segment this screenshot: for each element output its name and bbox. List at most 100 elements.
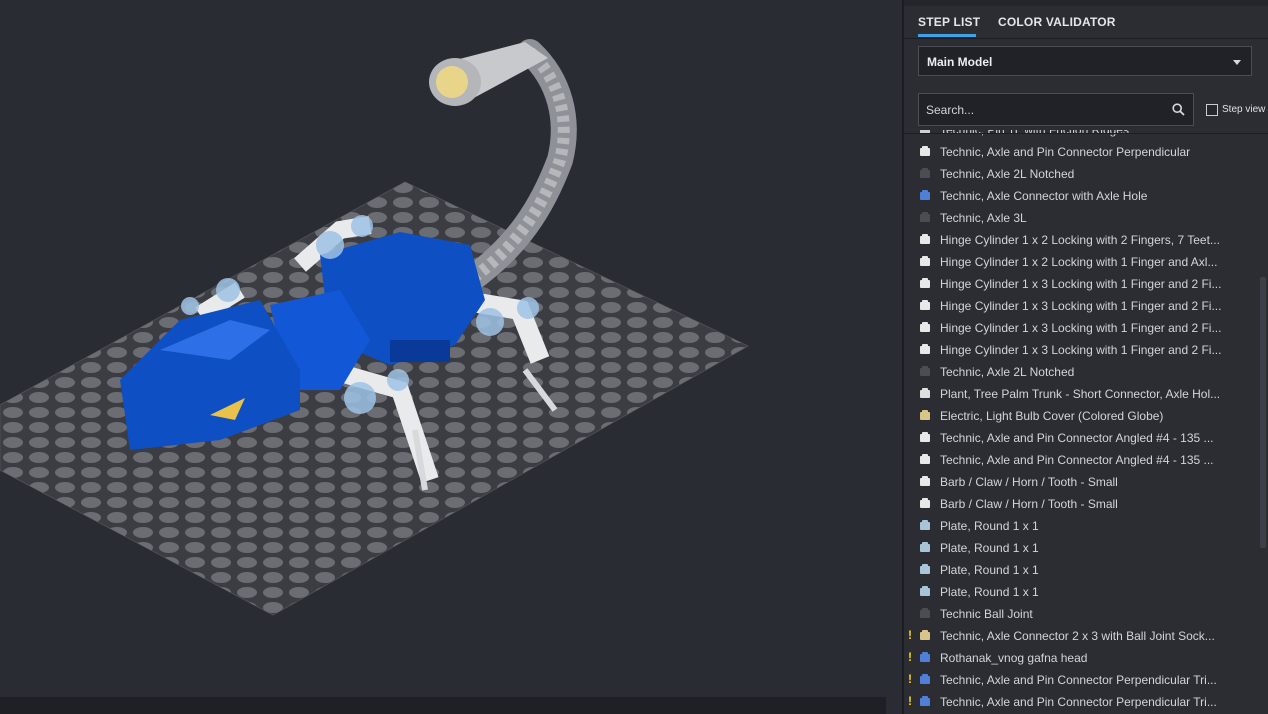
step-list[interactable]: Technic, Pin 1L with Friction Ridges Tech…: [904, 130, 1260, 714]
model-select[interactable]: Main Model: [918, 46, 1252, 76]
step-item-label: Rothanak_vnog gafna head: [940, 651, 1088, 665]
brick-color-icon: [920, 146, 930, 156]
search-box: [918, 93, 1194, 126]
chevron-down-icon: [1233, 60, 1241, 65]
brick-color-icon: [920, 388, 930, 398]
tab-step-list[interactable]: STEP LIST: [918, 15, 980, 29]
step-item-label: Plate, Round 1 x 1: [940, 563, 1039, 577]
step-panel: STEP LIST COLOR VALIDATOR Main Model Ste…: [904, 0, 1268, 714]
step-list-item[interactable]: Barb / Claw / Horn / Tooth - Small: [904, 471, 1260, 493]
step-list-item[interactable]: Electric, Light Bulb Cover (Colored Glob…: [904, 405, 1260, 427]
brick-color-icon: [920, 278, 930, 288]
brick-color-icon: [920, 608, 930, 618]
tab-color-validator[interactable]: COLOR VALIDATOR: [998, 15, 1116, 29]
step-list-item[interactable]: Technic, Axle and Pin Connector Perpendi…: [904, 141, 1260, 163]
step-item-label: Hinge Cylinder 1 x 2 Locking with 2 Fing…: [940, 233, 1220, 247]
brick-color-icon: [920, 586, 930, 596]
step-list-item[interactable]: Plate, Round 1 x 1: [904, 559, 1260, 581]
step-list-item[interactable]: Hinge Cylinder 1 x 3 Locking with 1 Fing…: [904, 339, 1260, 361]
step-item-label: Hinge Cylinder 1 x 3 Locking with 1 Fing…: [940, 299, 1222, 313]
brick-color-icon: [920, 696, 930, 706]
warning-icon: !: [908, 628, 912, 642]
brick-color-icon: [920, 366, 930, 376]
search-icon[interactable]: [1172, 103, 1185, 116]
step-item-label: Barb / Claw / Horn / Tooth - Small: [940, 497, 1118, 511]
step-list-item[interactable]: ! Rothanak_vnog gafna head: [904, 647, 1260, 669]
brick-color-icon: [920, 476, 930, 486]
brick-color-icon: [920, 344, 930, 354]
step-item-label: Electric, Light Bulb Cover (Colored Glob…: [940, 409, 1164, 423]
step-list-item[interactable]: Hinge Cylinder 1 x 3 Locking with 1 Fing…: [904, 273, 1260, 295]
warning-icon: !: [908, 672, 912, 686]
step-list-scrollbar[interactable]: [1260, 277, 1266, 548]
3d-viewport[interactable]: [0, 0, 902, 714]
brick-color-icon: [920, 564, 930, 574]
viewport-status-strip: [0, 697, 886, 714]
brick-color-icon: [920, 454, 930, 464]
brick-color-icon: [920, 256, 930, 266]
step-list-item[interactable]: Hinge Cylinder 1 x 2 Locking with 2 Fing…: [904, 229, 1260, 251]
step-item-label: Technic, Axle and Pin Connector Perpendi…: [940, 673, 1217, 687]
list-top-border: [904, 133, 1268, 134]
active-tab-indicator: [918, 34, 976, 37]
step-list-item[interactable]: Technic, Axle and Pin Connector Angled #…: [904, 427, 1260, 449]
brick-color-icon: [920, 432, 930, 442]
step-list-item[interactable]: Hinge Cylinder 1 x 3 Locking with 1 Fing…: [904, 317, 1260, 339]
brick-color-icon: [920, 300, 930, 310]
model-render: [0, 39, 750, 616]
brick-color-icon: [920, 498, 930, 508]
step-item-label: Technic, Axle and Pin Connector Angled #…: [940, 453, 1214, 467]
step-item-label: Technic, Axle and Pin Connector Perpendi…: [940, 145, 1191, 159]
step-item-label: Hinge Cylinder 1 x 2 Locking with 1 Fing…: [940, 255, 1218, 269]
step-item-label: Technic, Axle and Pin Connector Perpendi…: [940, 695, 1217, 709]
brick-color-icon: [920, 234, 930, 244]
brick-color-icon: [920, 542, 930, 552]
step-list-item[interactable]: Hinge Cylinder 1 x 2 Locking with 1 Fing…: [904, 251, 1260, 273]
step-list-item[interactable]: Plate, Round 1 x 1: [904, 515, 1260, 537]
panel-tabs: STEP LIST COLOR VALIDATOR: [904, 6, 1268, 39]
step-view-toggle[interactable]: Step view: [1206, 104, 1268, 118]
step-item-label: Plate, Round 1 x 1: [940, 585, 1039, 599]
step-item-label: Technic, Axle and Pin Connector Angled #…: [940, 431, 1214, 445]
step-list-item[interactable]: Technic Ball Joint: [904, 603, 1260, 625]
step-list-item[interactable]: Technic, Axle 2L Notched: [904, 361, 1260, 383]
step-item-label: Barb / Claw / Horn / Tooth - Small: [940, 475, 1118, 489]
step-list-item[interactable]: Technic, Axle 3L: [904, 207, 1260, 229]
step-list-item[interactable]: Technic, Axle 2L Notched: [904, 163, 1260, 185]
step-item-label: Technic, Axle 2L Notched: [940, 167, 1075, 181]
step-list-item[interactable]: ! Technic, Axle and Pin Connector Perpend…: [904, 669, 1260, 691]
step-list-item[interactable]: ! Technic, Axle and Pin Connector Perpend…: [904, 691, 1260, 713]
step-item-label: Plate, Round 1 x 1: [940, 519, 1039, 533]
step-list-item[interactable]: Plate, Round 1 x 1: [904, 537, 1260, 559]
brick-color-icon: [920, 190, 930, 200]
step-view-checkbox[interactable]: [1206, 104, 1218, 116]
step-item-label: Hinge Cylinder 1 x 3 Locking with 1 Fing…: [940, 343, 1222, 357]
search-input[interactable]: [919, 94, 1169, 125]
step-item-label: Technic, Axle Connector 2 x 3 with Ball …: [940, 629, 1215, 643]
step-view-label: Step view: [1222, 104, 1266, 115]
step-list-item[interactable]: Barb / Claw / Horn / Tooth - Small: [904, 493, 1260, 515]
step-item-label: Hinge Cylinder 1 x 3 Locking with 1 Fing…: [940, 321, 1222, 335]
brick-color-icon: [920, 212, 930, 222]
step-list-item[interactable]: Plant, Tree Palm Trunk - Short Connector…: [904, 383, 1260, 405]
step-item-label: Technic Ball Joint: [940, 607, 1033, 621]
step-list-item[interactable]: ! Technic, Axle Connector 2 x 3 with Ball…: [904, 625, 1260, 647]
step-list-item[interactable]: Technic, Axle Connector with Axle Hole: [904, 185, 1260, 207]
model-select-value: Main Model: [927, 55, 993, 69]
step-item-label: Plant, Tree Palm Trunk - Short Connector…: [940, 387, 1221, 401]
step-item-label: Technic, Axle Connector with Axle Hole: [940, 189, 1148, 203]
step-list-item[interactable]: Technic, Axle and Pin Connector Angled #…: [904, 449, 1260, 471]
step-item-label: Technic, Axle 2L Notched: [940, 365, 1075, 379]
warning-icon: !: [908, 650, 912, 664]
step-list-item[interactable]: Hinge Cylinder 1 x 3 Locking with 1 Fing…: [904, 295, 1260, 317]
step-list-item[interactable]: Plate, Round 1 x 1: [904, 581, 1260, 603]
warning-icon: !: [908, 694, 912, 708]
brick-color-icon: [920, 322, 930, 332]
brick-color-icon: [920, 168, 930, 178]
brick-color-icon: [920, 674, 930, 684]
step-item-label: Plate, Round 1 x 1: [940, 541, 1039, 555]
brick-color-icon: [920, 410, 930, 420]
step-list-item[interactable]: Technic, Pin 1L with Friction Ridges: [904, 130, 1260, 141]
step-item-label: Hinge Cylinder 1 x 3 Locking with 1 Fing…: [940, 277, 1222, 291]
brick-color-icon: [920, 652, 930, 662]
